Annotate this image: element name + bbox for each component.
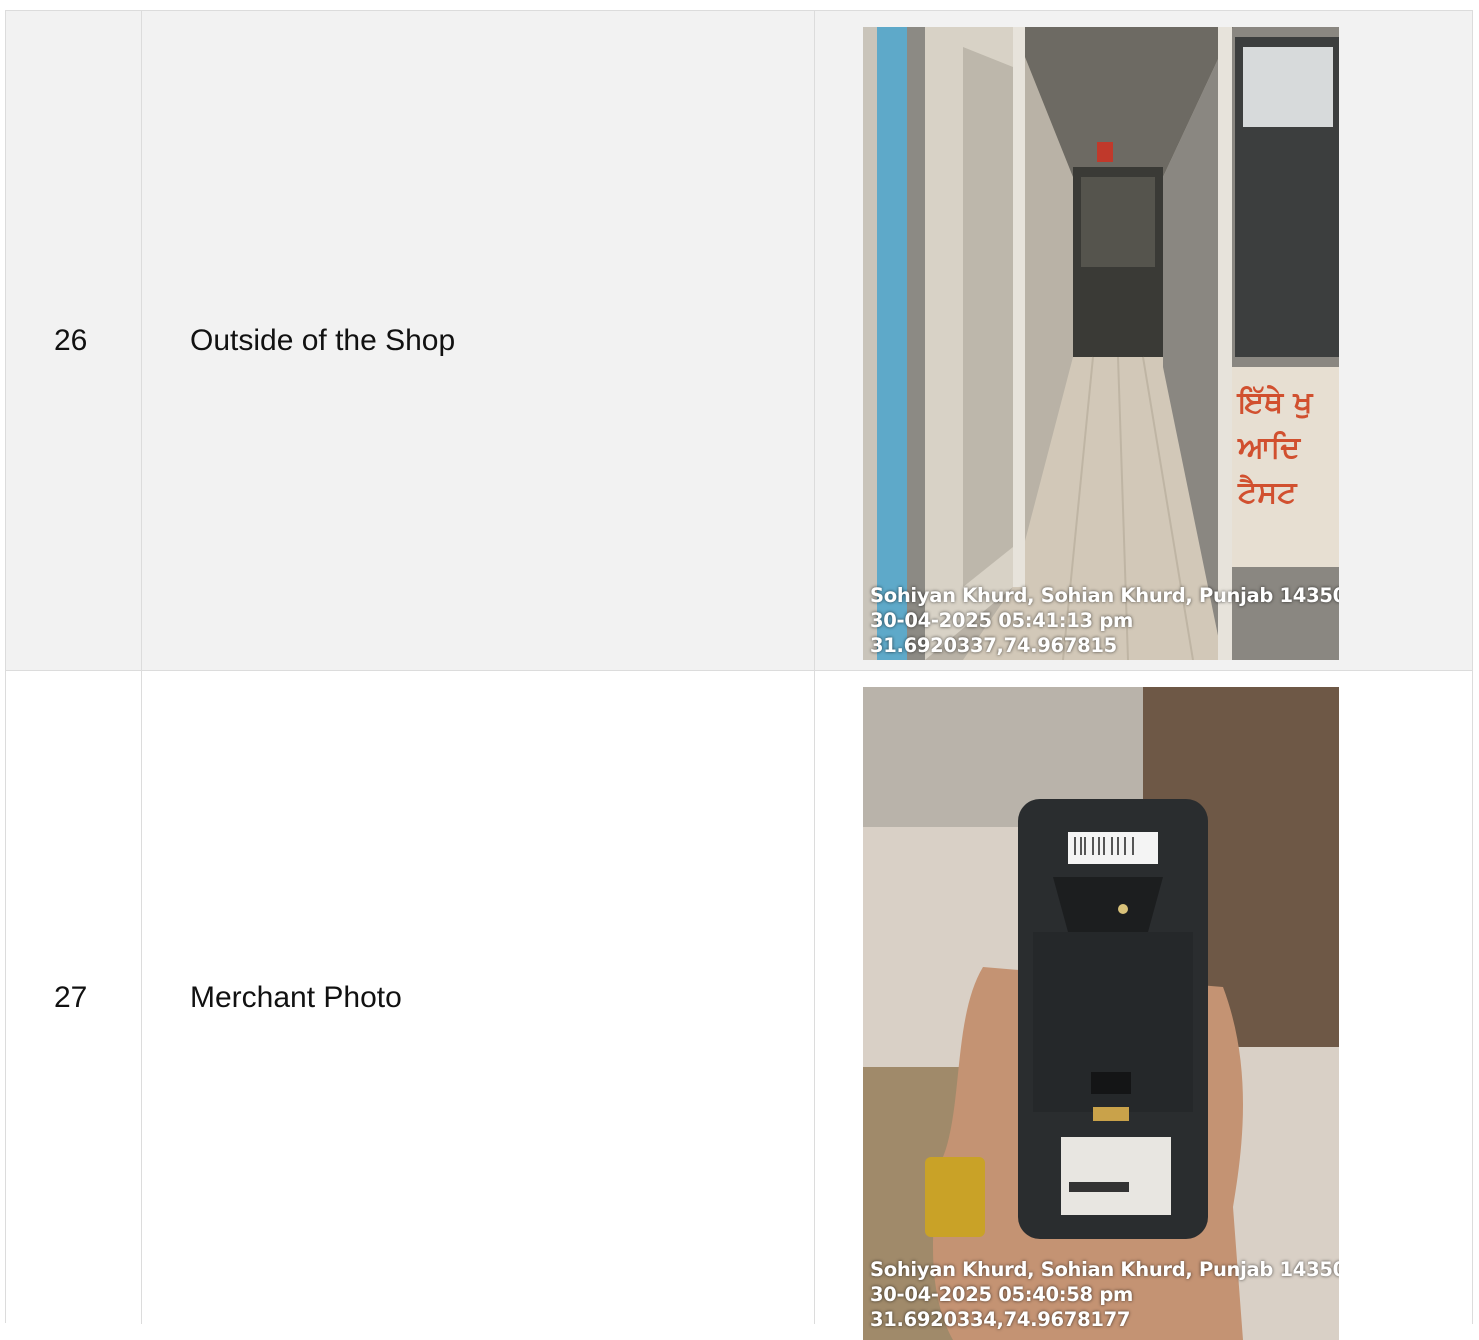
- pos-terminal-image: [863, 687, 1339, 1340]
- table-row: 27 Merchant Photo Sohiyan Khurd, Sohian …: [6, 671, 1473, 1340]
- svg-text:ਇੱਥੇ ਖੁ: ਇੱਥੇ ਖੁ: [1236, 385, 1314, 420]
- serial-number: 27: [54, 980, 88, 1014]
- stamp-coords: 31.6920337,74.967815: [870, 634, 1117, 657]
- stamp-address: Sohiyan Khurd, Sohian Khurd, Punjab 1435…: [870, 584, 1339, 607]
- svg-text:ਟੈਸਟ: ਟੈਸਟ: [1237, 474, 1298, 510]
- stamp-datetime: 30-04-2025 05:40:58 pm: [870, 1283, 1133, 1306]
- svg-text:ਆਦਿ: ਆਦਿ: [1237, 430, 1301, 465]
- stamp-coords: 31.6920334,74.9678177: [870, 1308, 1131, 1331]
- label-cell: Merchant Photo: [142, 671, 815, 1324]
- stamp-datetime: 30-04-2025 05:41:13 pm: [870, 609, 1133, 632]
- table-row: 26 Outside of the Shop ਇੱਥੇ ਖੁ ਆਦਿ ਟੈਸਟ …: [6, 11, 1473, 671]
- photo-cell: Sohiyan Khurd, Sohian Khurd, Punjab 1435…: [815, 671, 1473, 1340]
- photo-label: Merchant Photo: [190, 980, 402, 1014]
- serial-number: 26: [54, 323, 88, 357]
- photo-cell: ਇੱਥੇ ਖੁ ਆਦਿ ਟੈਸਟ Sohiyan Khurd, Sohian K…: [815, 11, 1473, 670]
- shop-entrance-photo: ਇੱਥੇ ਖੁ ਆਦਿ ਟੈਸਟ Sohiyan Khurd, Sohian K…: [863, 27, 1339, 660]
- serial-number-cell: 26: [6, 11, 142, 670]
- pos-terminal-photo: Sohiyan Khurd, Sohian Khurd, Punjab 1435…: [863, 687, 1339, 1340]
- label-cell: Outside of the Shop: [142, 11, 815, 670]
- photo-label: Outside of the Shop: [190, 323, 456, 357]
- serial-number-cell: 27: [6, 671, 142, 1324]
- geo-stamp: Sohiyan Khurd, Sohian Khurd, Punjab 1435…: [870, 1257, 1339, 1332]
- shop-entrance-image: ਇੱਥੇ ਖੁ ਆਦਿ ਟੈਸਟ: [863, 27, 1339, 660]
- photo-table: 26 Outside of the Shop ਇੱਥੇ ਖੁ ਆਦਿ ਟੈਸਟ …: [5, 10, 1473, 1340]
- stamp-address: Sohiyan Khurd, Sohian Khurd, Punjab 1435…: [870, 1258, 1339, 1281]
- geo-stamp: Sohiyan Khurd, Sohian Khurd, Punjab 1435…: [870, 583, 1339, 658]
